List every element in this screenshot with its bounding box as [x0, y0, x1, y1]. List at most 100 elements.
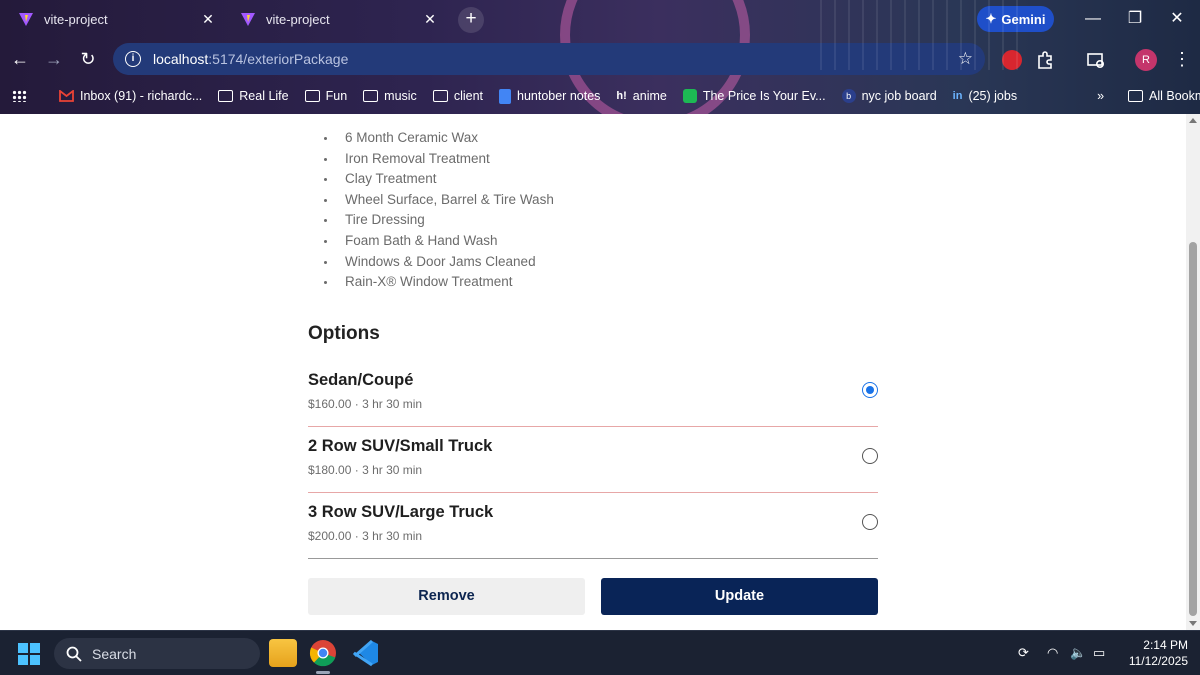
bookmark-label: The Price Is Your Ev...	[702, 89, 826, 103]
wifi-icon[interactable]: ◠	[1047, 645, 1058, 661]
bookmark-label: anime	[632, 89, 667, 103]
forward-arrow-icon[interactable]: →	[42, 47, 66, 71]
active-app-indicator	[316, 671, 330, 674]
menu-kebab-icon[interactable]: ⋮	[1170, 47, 1194, 71]
tab-close-icon[interactable]: ✕	[200, 11, 216, 27]
restore-icon[interactable]: ❐	[1120, 6, 1150, 32]
chrome-icon[interactable]	[309, 639, 337, 667]
bookmark-fun[interactable]: Fun	[304, 89, 347, 103]
bookmark-label: Inbox (91) - richardc...	[80, 89, 203, 103]
bookmark-label: huntober notes	[517, 89, 601, 103]
option-3-row-suv[interactable]: 3 Row SUV/Large Truck $200.00 · 3 hr 30 …	[308, 493, 878, 559]
clock-date: 11/12/2025	[1128, 654, 1188, 668]
separator-dot: ·	[354, 529, 359, 543]
all-bookmarks-label: All Bookmarks	[1149, 89, 1200, 103]
bookmark-price-is-your-ev[interactable]: The Price Is Your Ev...	[682, 89, 826, 103]
scroll-down-arrow-icon[interactable]	[1189, 621, 1197, 626]
search-placeholder: Search	[92, 645, 137, 662]
bookmark-anime[interactable]: h! anime	[616, 89, 666, 103]
option-name: 3 Row SUV/Large Truck	[308, 503, 494, 521]
close-window-icon[interactable]: ✕	[1162, 6, 1192, 32]
package-features-list: 6 Month Ceramic Wax Iron Removal Treatme…	[337, 128, 554, 293]
scroll-up-arrow-icon[interactable]	[1189, 118, 1197, 123]
bookmark-label: (25) jobs	[968, 89, 1018, 103]
folder-icon	[363, 90, 379, 102]
all-bookmarks[interactable]: All Bookmarks	[1128, 89, 1200, 103]
url-host: localhost	[153, 51, 209, 67]
browser-chrome: vite-project ✕ vite-project ✕ + ✦ Gemini…	[0, 0, 1200, 114]
bookmark-star-icon[interactable]: ☆	[958, 49, 973, 69]
sync-icon[interactable]: ⟳	[1018, 645, 1029, 661]
reload-icon[interactable]: ↻	[76, 47, 100, 71]
bookmark-music[interactable]: music	[363, 89, 417, 103]
extension-shield-icon[interactable]	[1002, 50, 1022, 70]
bookmark-label: music	[384, 89, 417, 103]
system-clock[interactable]: 2:14 PM 11/12/2025	[1118, 637, 1188, 669]
option-radio[interactable]	[862, 382, 878, 398]
option-name: Sedan/Coupé	[308, 371, 414, 389]
clock-time: 2:14 PM	[1143, 638, 1188, 652]
docs-icon	[499, 88, 511, 104]
option-name: 2 Row SUV/Small Truck	[308, 437, 493, 455]
battery-icon[interactable]: ▭	[1093, 645, 1105, 661]
search-icon	[66, 646, 82, 662]
bookmark-nyc-job-board[interactable]: b nyc job board	[841, 89, 937, 103]
page-scrollbar[interactable]	[1186, 114, 1200, 630]
folder-icon	[218, 90, 234, 102]
remove-button[interactable]: Remove	[308, 578, 585, 615]
option-duration: 3 hr 30 min	[362, 397, 423, 411]
feature-item: 6 Month Ceramic Wax	[337, 128, 554, 149]
scroll-thumb[interactable]	[1189, 242, 1197, 616]
bookmark-client[interactable]: client	[432, 89, 483, 103]
gemini-label: Gemini	[1001, 11, 1046, 27]
extensions-puzzle-icon[interactable]	[1036, 50, 1056, 70]
option-meta: $200.00 · 3 hr 30 min	[308, 529, 422, 543]
option-radio[interactable]	[862, 448, 878, 464]
option-price: $200.00	[308, 529, 352, 543]
tab-strip: vite-project ✕ vite-project ✕ + ✦ Gemini…	[0, 0, 1200, 38]
bookmark-inbox[interactable]: Inbox (91) - richardc...	[59, 89, 202, 103]
new-tab-button[interactable]: +	[458, 7, 484, 33]
volume-icon[interactable]: 🔈	[1070, 645, 1086, 661]
bookmark-real-life[interactable]: Real Life	[218, 89, 289, 103]
bookmarks-bar: Inbox (91) - richardc... Real Life Fun m…	[0, 80, 1200, 112]
folder-icon	[432, 90, 448, 102]
address-bar[interactable]: i localhost :5174/exteriorPackage ☆	[113, 43, 985, 75]
file-explorer-icon[interactable]	[269, 639, 297, 667]
site-info-icon[interactable]: i	[125, 51, 141, 67]
separator-dot: ·	[354, 463, 359, 477]
app-icon	[682, 89, 697, 103]
windows-start-icon[interactable]	[18, 643, 40, 665]
windows-taskbar: Search ⟳ ◠ 🔈 ▭ 2:14 PM 11/12/2025	[0, 630, 1200, 675]
feature-item: Wheel Surface, Barrel & Tire Wash	[337, 190, 554, 211]
bookmarks-overflow-chevron-icon[interactable]: »	[1097, 89, 1104, 103]
minimize-icon[interactable]: —	[1078, 6, 1108, 32]
option-sedan-coupe[interactable]: Sedan/Coupé $160.00 · 3 hr 30 min	[308, 361, 878, 427]
vite-logo-icon	[19, 13, 33, 26]
bookmark-huntober-notes[interactable]: huntober notes	[499, 88, 601, 104]
tab-title: vite-project	[44, 11, 108, 27]
option-price: $160.00	[308, 397, 352, 411]
gmail-icon	[59, 90, 74, 102]
apps-grid-icon[interactable]	[12, 90, 27, 102]
option-meta: $180.00 · 3 hr 30 min	[308, 463, 422, 477]
tab-vite-project-2[interactable]: vite-project ✕	[230, 4, 448, 34]
option-meta: $160.00 · 3 hr 30 min	[308, 397, 422, 411]
taskbar-search[interactable]: Search	[54, 638, 260, 669]
separator-dot: ·	[354, 397, 359, 411]
tab-vite-project-1[interactable]: vite-project ✕	[8, 4, 226, 34]
bookmark-linkedin-jobs[interactable]: in (25) jobs	[953, 89, 1017, 103]
bookmark-label: nyc job board	[861, 89, 937, 103]
folder-icon	[1128, 90, 1144, 102]
profile-avatar[interactable]: R	[1135, 49, 1157, 71]
back-arrow-icon[interactable]: ←	[8, 47, 32, 71]
gemini-button[interactable]: ✦ Gemini	[977, 6, 1054, 32]
vscode-icon[interactable]	[352, 639, 380, 667]
reading-list-icon[interactable]	[1086, 50, 1106, 70]
bookmark-label: Real Life	[239, 89, 289, 103]
hianime-icon: h!	[616, 90, 627, 102]
option-2-row-suv[interactable]: 2 Row SUV/Small Truck $180.00 · 3 hr 30 …	[308, 427, 878, 493]
tab-close-icon[interactable]: ✕	[422, 11, 438, 27]
option-radio[interactable]	[862, 514, 878, 530]
update-button[interactable]: Update	[601, 578, 878, 615]
